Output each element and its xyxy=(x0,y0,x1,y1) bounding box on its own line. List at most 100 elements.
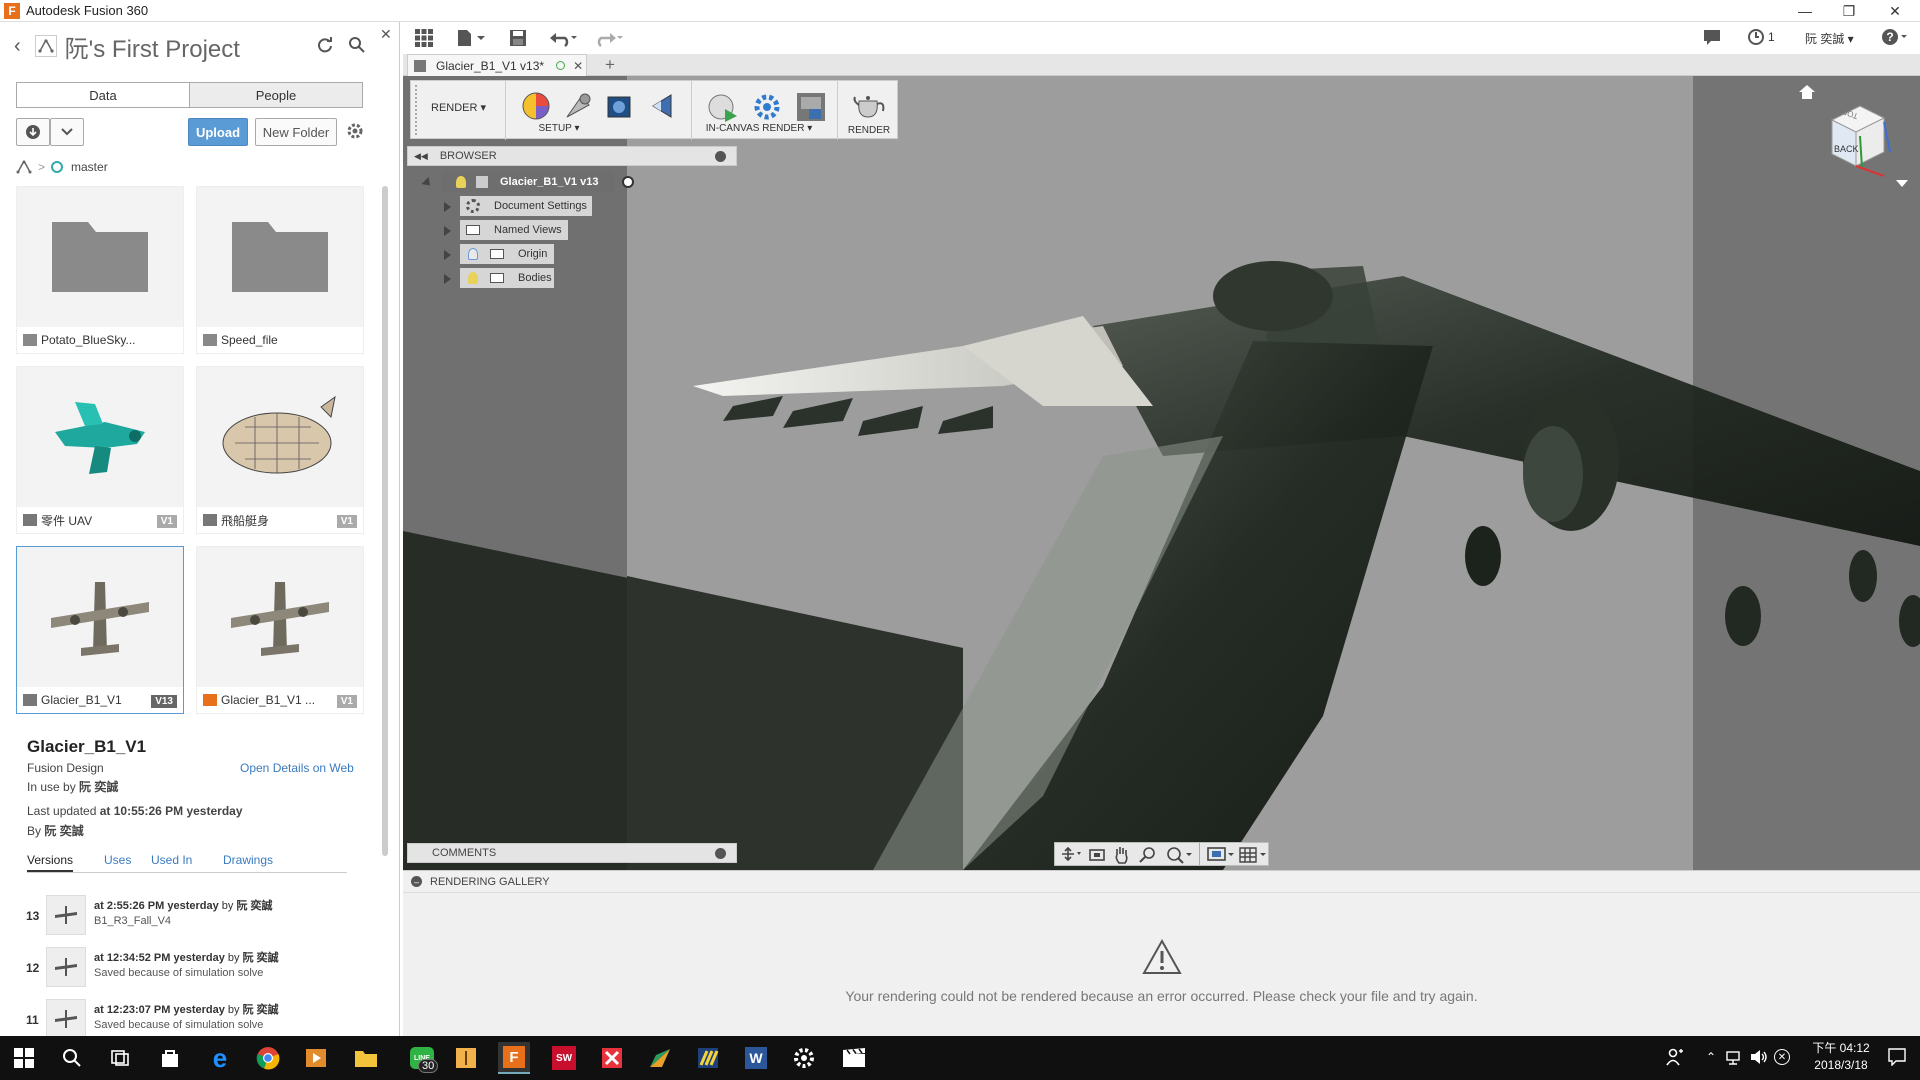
toolbar-grip[interactable] xyxy=(415,85,419,135)
restore-button[interactable]: ❐ xyxy=(1826,0,1872,22)
browser-node-bodies[interactable]: Bodies xyxy=(460,268,554,288)
stripes-app-icon[interactable] xyxy=(692,1042,724,1074)
in-canvas-settings-icon[interactable] xyxy=(751,91,783,123)
action-center-icon[interactable] xyxy=(1888,1048,1906,1066)
fusion-taskbar-icon[interactable]: F xyxy=(498,1042,530,1074)
media-app-icon[interactable] xyxy=(300,1042,332,1074)
line-app-icon[interactable]: LINE 30 xyxy=(400,1042,444,1074)
folder-tile-potato[interactable]: Potato_BlueSky... xyxy=(16,186,184,354)
home-view-icon[interactable] xyxy=(1798,84,1816,100)
data-panel-grid-icon[interactable] xyxy=(415,29,433,47)
render-teapot-icon[interactable] xyxy=(851,89,887,121)
user-menu[interactable]: 阮 奕誠 ▾ xyxy=(1805,30,1854,47)
workspace-switcher[interactable]: RENDER ▾ xyxy=(431,101,486,114)
fit-icon[interactable] xyxy=(1165,846,1193,864)
solidworks-icon[interactable]: SW xyxy=(548,1042,580,1074)
xmind-icon[interactable] xyxy=(596,1042,628,1074)
download-dropdown-button[interactable] xyxy=(50,118,84,146)
tab-people[interactable]: People xyxy=(189,82,363,108)
version-row[interactable]: 12 at 12:34:52 PM yesterday by 阮 奕誠 Save… xyxy=(26,947,356,993)
volume-icon[interactable] xyxy=(1750,1049,1768,1065)
network-icon[interactable] xyxy=(1726,1049,1744,1065)
subtab-drawings[interactable]: Drawings xyxy=(223,853,273,867)
orbit-icon[interactable] xyxy=(1061,847,1083,861)
tree-expand-icon[interactable] xyxy=(444,274,451,284)
new-folder-button[interactable]: New Folder xyxy=(255,118,337,146)
collapse-browser-icon[interactable]: ◀◀ xyxy=(414,151,428,162)
view-cube[interactable]: TOP BACK xyxy=(1818,102,1894,180)
display-settings-icon[interactable] xyxy=(1207,846,1235,864)
help-icon[interactable]: ? xyxy=(1881,28,1909,46)
view-cube-menu-icon[interactable] xyxy=(1896,180,1908,187)
task-view-icon[interactable] xyxy=(104,1042,136,1074)
canvas-viewport[interactable] xyxy=(403,76,1920,870)
new-tab-icon[interactable]: + xyxy=(605,55,615,75)
tree-expand-icon[interactable] xyxy=(444,202,451,212)
in-canvas-render-icon[interactable] xyxy=(707,91,739,123)
paint-app-icon[interactable] xyxy=(450,1042,482,1074)
subtab-versions[interactable]: Versions xyxy=(27,853,74,872)
video-editor-icon[interactable] xyxy=(838,1042,870,1074)
setup-menu[interactable]: SETUP ▾ xyxy=(499,123,619,134)
taskbar-clock[interactable]: 下午 04:12 2018/3/18 xyxy=(1796,1040,1886,1074)
capture-image-icon[interactable] xyxy=(795,91,827,123)
grid-settings-icon[interactable] xyxy=(1239,846,1267,864)
file-menu-icon[interactable] xyxy=(457,29,485,47)
job-status-icon[interactable] xyxy=(1703,29,1721,45)
physical-material-icon[interactable] xyxy=(563,91,593,121)
close-panel-icon[interactable]: ✕ xyxy=(380,26,392,43)
tree-expand-icon[interactable] xyxy=(444,250,451,260)
chrome-icon[interactable] xyxy=(252,1042,284,1074)
document-tab[interactable]: Glacier_B1_V1 v13* ✕ xyxy=(407,54,587,76)
appearance-icon[interactable] xyxy=(521,91,551,121)
close-tab-icon[interactable]: ✕ xyxy=(573,59,583,73)
gallery-header[interactable]: – RENDERING GALLERY xyxy=(403,871,1920,893)
version-row[interactable]: 13 at 2:55:26 PM yesterday by 阮 奕誠 B1_R3… xyxy=(26,895,356,941)
edge-icon[interactable]: e xyxy=(204,1042,236,1074)
file-explorer-icon[interactable] xyxy=(350,1042,382,1074)
tree-expand-icon[interactable] xyxy=(444,226,451,236)
search-icon[interactable] xyxy=(348,36,366,54)
store-icon[interactable] xyxy=(154,1042,186,1074)
tray-chevron-up-icon[interactable]: ⌃ xyxy=(1706,1050,1716,1064)
lightbulb-icon[interactable] xyxy=(456,176,466,188)
download-button[interactable] xyxy=(16,118,50,146)
ime-icon[interactable]: ✕ xyxy=(1774,1049,1790,1065)
texture-map-icon[interactable] xyxy=(647,91,677,121)
word-icon[interactable]: W xyxy=(740,1042,772,1074)
refresh-icon[interactable] xyxy=(316,36,334,54)
taskbar-search-icon[interactable] xyxy=(56,1042,88,1074)
folder-tile-speed[interactable]: Speed_file xyxy=(196,186,364,354)
render-button-label[interactable]: RENDER xyxy=(839,125,899,136)
windows-start-icon[interactable] xyxy=(8,1042,40,1074)
tiles-scrollbar[interactable] xyxy=(382,186,388,856)
zoom-icon[interactable] xyxy=(1139,846,1157,864)
undo-icon[interactable] xyxy=(549,29,579,47)
pin-browser-icon[interactable] xyxy=(715,151,726,162)
save-icon[interactable] xyxy=(509,29,527,47)
subtab-used-in[interactable]: Used In xyxy=(151,853,192,867)
lightbulb-icon[interactable] xyxy=(468,248,478,260)
comments-panel-header[interactable]: COMMENTS xyxy=(407,843,737,863)
browser-node-document-settings[interactable]: Document Settings xyxy=(460,196,592,216)
back-icon[interactable]: ‹ xyxy=(14,35,21,58)
tab-data[interactable]: Data xyxy=(16,82,190,108)
drawing-tile-glacier[interactable]: Glacier_B1_V1 ... V1 xyxy=(196,546,364,714)
pin-comments-icon[interactable] xyxy=(715,848,726,859)
browser-panel-header[interactable]: ◀◀ BROWSER xyxy=(407,146,737,166)
kite-app-icon[interactable] xyxy=(644,1042,676,1074)
look-at-icon[interactable] xyxy=(1089,847,1105,863)
branch-name[interactable]: master xyxy=(71,160,108,174)
upload-button[interactable]: Upload xyxy=(188,118,248,146)
redo-icon[interactable] xyxy=(593,29,623,47)
close-window-button[interactable]: ✕ xyxy=(1872,0,1918,22)
activate-root-icon[interactable] xyxy=(622,176,634,188)
browser-root-node[interactable]: Glacier_B1_V1 v13 xyxy=(442,172,634,192)
design-tile-glacier[interactable]: Glacier_B1_V1 V13 xyxy=(16,546,184,714)
design-tile-airship[interactable]: 飛船艇身 V1 xyxy=(196,366,364,534)
collapse-gallery-icon[interactable]: – xyxy=(411,876,422,887)
in-canvas-render-menu[interactable]: IN-CANVAS RENDER ▾ xyxy=(699,123,819,134)
settings-app-icon[interactable] xyxy=(788,1042,820,1074)
subtab-uses[interactable]: Uses xyxy=(104,853,131,867)
open-details-web-link[interactable]: Open Details on Web xyxy=(240,761,354,775)
